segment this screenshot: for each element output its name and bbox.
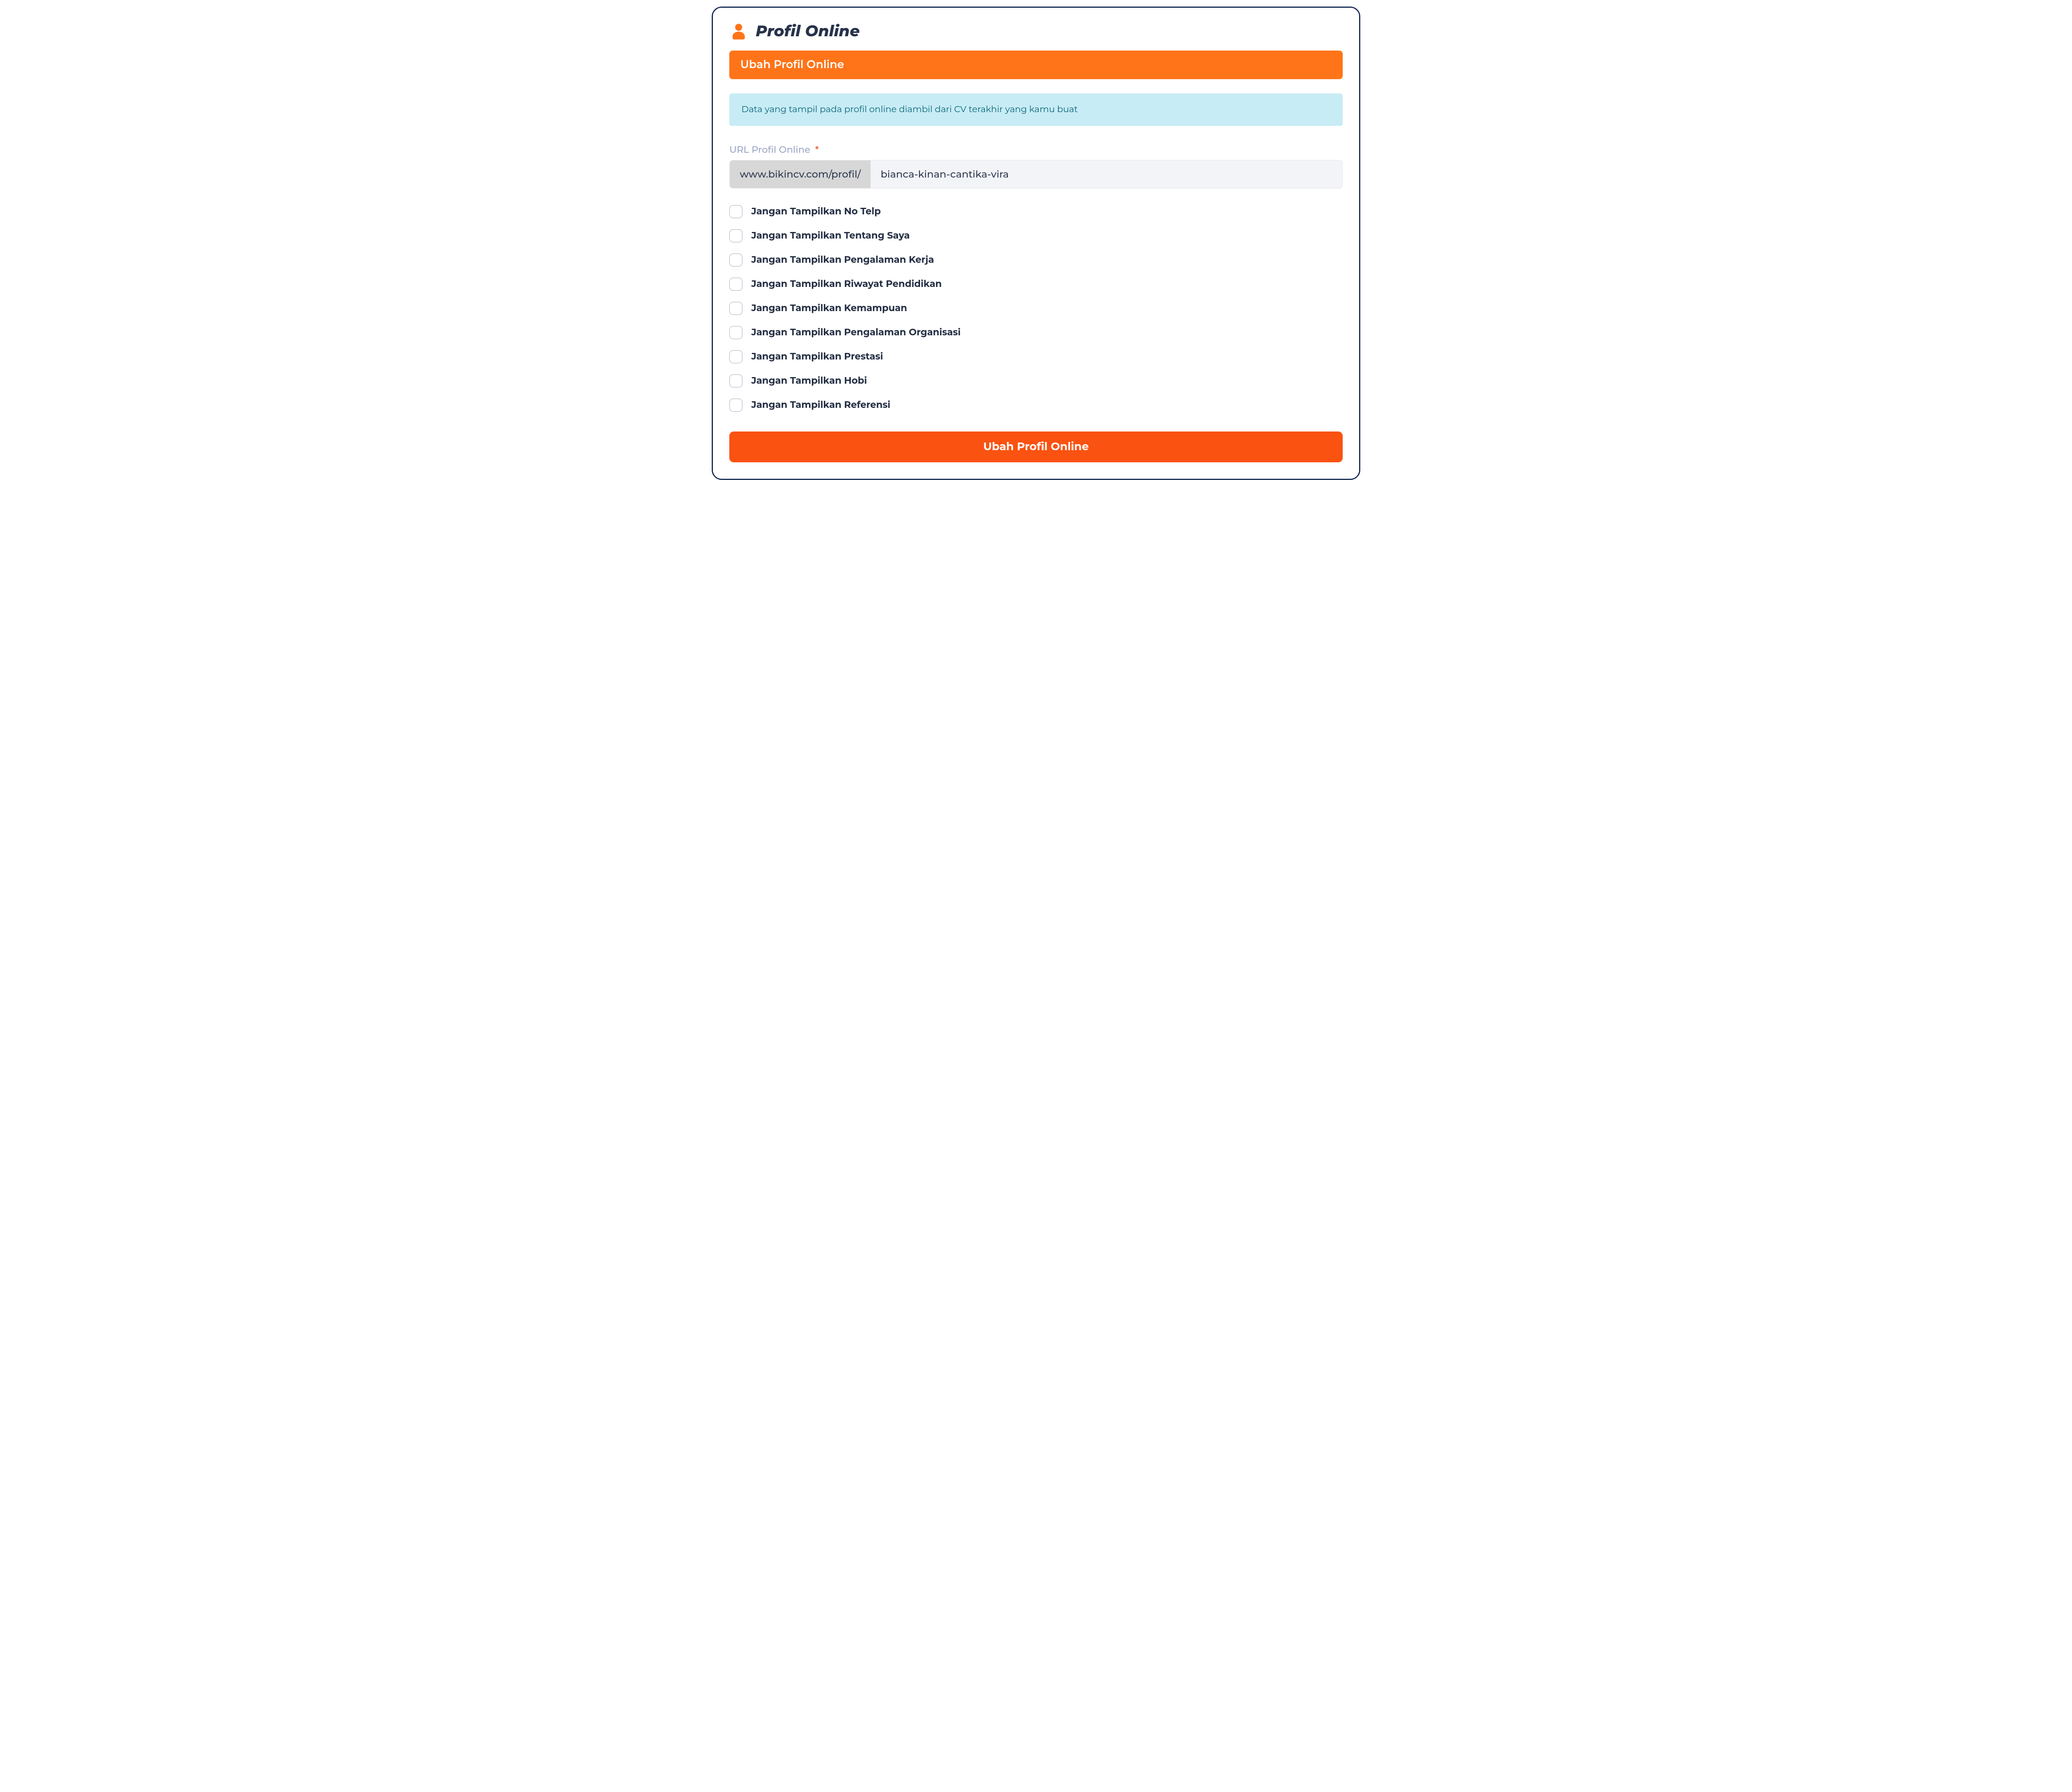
option-tentang-saya: Jangan Tampilkan Tentang Saya bbox=[729, 229, 1343, 242]
section-header-bar: Ubah Profil Online bbox=[729, 51, 1343, 79]
checkbox-label: Jangan Tampilkan Referensi bbox=[751, 400, 890, 411]
checkbox-label: Jangan Tampilkan No Telp bbox=[751, 206, 881, 217]
submit-button[interactable]: Ubah Profil Online bbox=[729, 432, 1343, 462]
profil-online-panel: Profil Online Ubah Profil Online Data ya… bbox=[712, 7, 1360, 480]
url-label-text: URL Profil Online bbox=[729, 145, 810, 156]
required-mark: * bbox=[815, 145, 819, 156]
url-prefix: www.bikincv.com/profil/ bbox=[730, 161, 871, 188]
option-referensi: Jangan Tampilkan Referensi bbox=[729, 399, 1343, 412]
checkbox-kemampuan[interactable] bbox=[729, 302, 743, 315]
option-pengalaman-kerja: Jangan Tampilkan Pengalaman Kerja bbox=[729, 253, 1343, 267]
checkbox-label: Jangan Tampilkan Tentang Saya bbox=[751, 230, 910, 241]
option-pengalaman-organisasi: Jangan Tampilkan Pengalaman Organisasi bbox=[729, 326, 1343, 339]
checkbox-pengalaman-kerja[interactable] bbox=[729, 253, 743, 267]
option-kemampuan: Jangan Tampilkan Kemampuan bbox=[729, 302, 1343, 315]
checkbox-referensi[interactable] bbox=[729, 399, 743, 412]
option-hobi: Jangan Tampilkan Hobi bbox=[729, 374, 1343, 388]
checkbox-label: Jangan Tampilkan Hobi bbox=[751, 375, 867, 386]
checkbox-riwayat-pendidikan[interactable] bbox=[729, 278, 743, 291]
checkbox-pengalaman-organisasi[interactable] bbox=[729, 326, 743, 339]
url-field-label: URL Profil Online * bbox=[729, 145, 1343, 156]
checkbox-tentang-saya[interactable] bbox=[729, 229, 743, 242]
user-icon bbox=[729, 22, 748, 41]
checkbox-no-telp[interactable] bbox=[729, 205, 743, 218]
checkbox-label: Jangan Tampilkan Pengalaman Kerja bbox=[751, 255, 934, 266]
checkbox-label: Jangan Tampilkan Riwayat Pendidikan bbox=[751, 279, 942, 290]
checkbox-label: Jangan Tampilkan Kemampuan bbox=[751, 303, 907, 314]
checkbox-prestasi[interactable] bbox=[729, 350, 743, 363]
option-prestasi: Jangan Tampilkan Prestasi bbox=[729, 350, 1343, 363]
option-riwayat-pendidikan: Jangan Tampilkan Riwayat Pendidikan bbox=[729, 278, 1343, 291]
visibility-options-list: Jangan Tampilkan No Telp Jangan Tampilka… bbox=[729, 205, 1343, 412]
panel-title-row: Profil Online bbox=[729, 22, 1343, 41]
checkbox-label: Jangan Tampilkan Prestasi bbox=[751, 351, 883, 362]
url-slug-input[interactable] bbox=[871, 161, 1342, 188]
info-message: Data yang tampil pada profil online diam… bbox=[729, 93, 1343, 126]
checkbox-label: Jangan Tampilkan Pengalaman Organisasi bbox=[751, 327, 961, 338]
url-input-group: www.bikincv.com/profil/ bbox=[729, 160, 1343, 189]
checkbox-hobi[interactable] bbox=[729, 374, 743, 388]
option-no-telp: Jangan Tampilkan No Telp bbox=[729, 205, 1343, 218]
page-title: Profil Online bbox=[756, 22, 860, 41]
